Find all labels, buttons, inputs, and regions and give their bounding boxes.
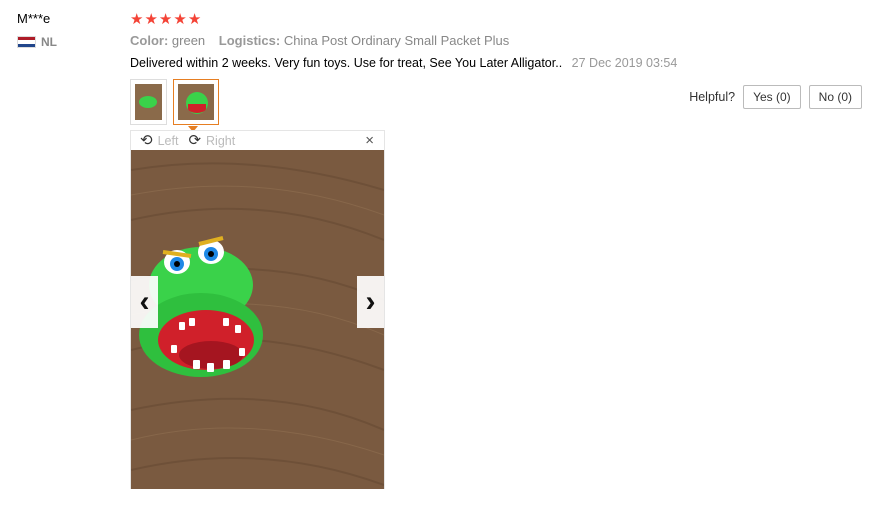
image-viewer: ⟲ Left ⟳ Right × ‹ › <box>130 130 385 489</box>
helpful-no-button[interactable]: No (0) <box>808 85 862 109</box>
review-thumbnail-2[interactable] <box>173 79 219 132</box>
review-thumbnail-1[interactable] <box>130 79 167 125</box>
rotate-right-icon: ⟳ <box>188 132 202 149</box>
previous-image-button[interactable]: ‹ <box>131 276 158 328</box>
helpful-yes-button[interactable]: Yes (0) <box>743 85 801 109</box>
attr-color-name: Color: <box>130 33 169 48</box>
review-content: Delivered within 2 weeks. Very fun toys.… <box>130 55 865 71</box>
rotate-right-label: Right <box>206 133 236 148</box>
rotate-left-icon: ⟲ <box>140 132 153 149</box>
rotate-right-button[interactable]: ⟳ Right <box>188 133 235 148</box>
review-body: ★ ★ ★ ★ ★ Color: green Logistics: China … <box>130 11 865 71</box>
attr-logistics-name: Logistics: <box>218 33 281 48</box>
reviewer-name: M***e <box>17 11 51 26</box>
star-rating: ★ ★ ★ ★ ★ <box>130 11 865 27</box>
star-icon: ★ <box>187 10 202 28</box>
rotate-left-button[interactable]: ⟲ Left <box>140 133 178 148</box>
close-icon[interactable]: × <box>365 132 374 149</box>
helpful-section: Helpful? Yes (0) No (0) <box>689 85 862 109</box>
nl-flag-icon <box>17 36 36 48</box>
review-text: Delivered within 2 weeks. Very fun toys.… <box>130 56 563 70</box>
review-date: 27 Dec 2019 03:54 <box>571 56 678 70</box>
country-code: NL <box>41 35 57 49</box>
thumbnail-image <box>178 84 214 120</box>
attr-logistics-value: China Post Ordinary Small Packet Plus <box>283 33 510 48</box>
flag-stripe-blue <box>18 43 35 47</box>
star-icon: ★ <box>144 10 158 28</box>
thumbnail-image <box>135 84 162 120</box>
rotate-left-label: Left <box>157 133 179 148</box>
photo-svg <box>131 150 384 489</box>
toy-shape <box>139 96 157 108</box>
star-icon: ★ <box>173 10 187 28</box>
review-photo <box>131 150 384 489</box>
reviewer-country: NL <box>17 35 117 49</box>
reviewer-info: M***e NL <box>17 11 117 49</box>
review-attributes: Color: green Logistics: China Post Ordin… <box>130 33 865 49</box>
chevron-right-icon: › <box>365 285 376 318</box>
chevron-left-icon: ‹ <box>139 285 150 318</box>
toy-mouth-shape <box>188 104 206 113</box>
viewer-toolbar: ⟲ Left ⟳ Right × <box>131 131 384 150</box>
star-icon: ★ <box>130 10 144 28</box>
star-icon: ★ <box>158 10 173 28</box>
attr-color-value: green <box>171 33 206 48</box>
helpful-label: Helpful? <box>689 90 736 104</box>
next-image-button[interactable]: › <box>357 276 384 328</box>
review-thumbnails <box>130 79 219 132</box>
